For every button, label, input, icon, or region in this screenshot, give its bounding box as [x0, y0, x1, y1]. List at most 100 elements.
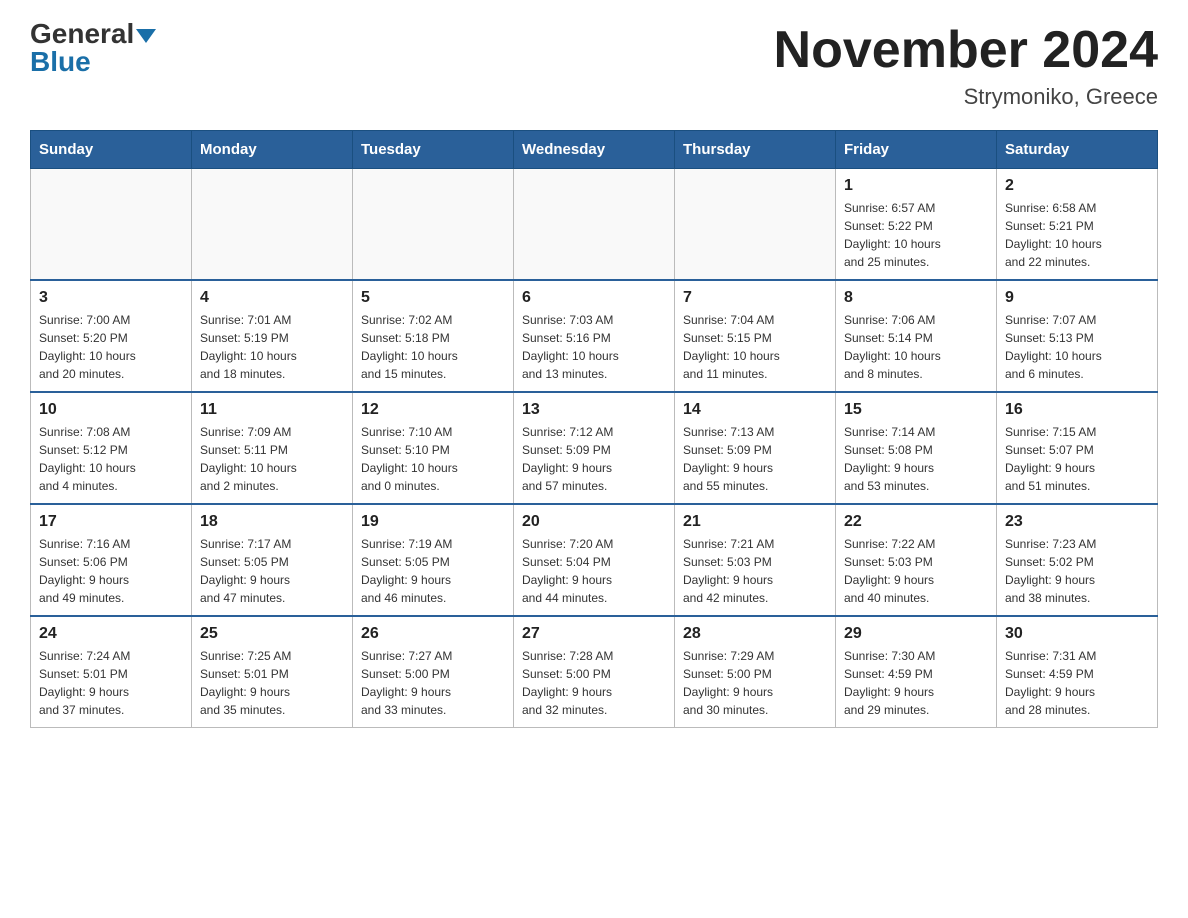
- calendar-day-cell: 26 Sunrise: 7:27 AM Sunset: 5:00 PM Dayli…: [353, 616, 514, 728]
- calendar-table: SundayMondayTuesdayWednesdayThursdayFrid…: [30, 130, 1158, 728]
- day-number: 26: [361, 625, 505, 643]
- day-info: Sunrise: 6:58 AM Sunset: 5:21 PM Dayligh…: [1005, 199, 1149, 271]
- calendar-day-cell: 29 Sunrise: 7:30 AM Sunset: 4:59 PM Dayli…: [836, 616, 997, 728]
- day-number: 27: [522, 625, 666, 643]
- day-info: Sunrise: 6:57 AM Sunset: 5:22 PM Dayligh…: [844, 199, 988, 271]
- day-number: 28: [683, 625, 827, 643]
- logo-general-text: General: [30, 18, 134, 49]
- day-info: Sunrise: 7:12 AM Sunset: 5:09 PM Dayligh…: [522, 423, 666, 495]
- day-number: 11: [200, 401, 344, 419]
- calendar-day-cell: 4 Sunrise: 7:01 AM Sunset: 5:19 PM Daylig…: [192, 280, 353, 392]
- calendar-day-cell: 12 Sunrise: 7:10 AM Sunset: 5:10 PM Dayli…: [353, 392, 514, 504]
- calendar-day-cell: 9 Sunrise: 7:07 AM Sunset: 5:13 PM Daylig…: [997, 280, 1158, 392]
- day-info: Sunrise: 7:07 AM Sunset: 5:13 PM Dayligh…: [1005, 311, 1149, 383]
- day-info: Sunrise: 7:16 AM Sunset: 5:06 PM Dayligh…: [39, 535, 183, 607]
- day-number: 17: [39, 513, 183, 531]
- calendar-day-cell: [31, 169, 192, 281]
- calendar-day-cell: 8Sunrise: 7:06 AM Sunset: 5:14 PM Daylig…: [836, 280, 997, 392]
- calendar-day-cell: 2 Sunrise: 6:58 AM Sunset: 5:21 PM Daylig…: [997, 169, 1158, 281]
- day-number: 30: [1005, 625, 1149, 643]
- calendar-day-cell: 27Sunrise: 7:28 AM Sunset: 5:00 PM Dayli…: [514, 616, 675, 728]
- day-number: 20: [522, 513, 666, 531]
- day-number: 13: [522, 401, 666, 419]
- day-number: 7: [683, 289, 827, 307]
- calendar-week-row: 24Sunrise: 7:24 AM Sunset: 5:01 PM Dayli…: [31, 616, 1158, 728]
- day-number: 23: [1005, 513, 1149, 531]
- day-info: Sunrise: 7:22 AM Sunset: 5:03 PM Dayligh…: [844, 535, 988, 607]
- logo-blue-text: Blue: [30, 46, 91, 77]
- weekday-header-saturday: Saturday: [997, 131, 1158, 169]
- calendar-day-cell: [514, 169, 675, 281]
- day-number: 19: [361, 513, 505, 531]
- weekday-header-row: SundayMondayTuesdayWednesdayThursdayFrid…: [31, 131, 1158, 169]
- calendar-day-cell: 24Sunrise: 7:24 AM Sunset: 5:01 PM Dayli…: [31, 616, 192, 728]
- weekday-header-wednesday: Wednesday: [514, 131, 675, 169]
- logo: General Blue: [30, 20, 156, 76]
- calendar-day-cell: 25Sunrise: 7:25 AM Sunset: 5:01 PM Dayli…: [192, 616, 353, 728]
- day-number: 29: [844, 625, 988, 643]
- day-number: 15: [844, 401, 988, 419]
- calendar-week-row: 1 Sunrise: 6:57 AM Sunset: 5:22 PM Daylig…: [31, 169, 1158, 281]
- calendar-day-cell: [353, 169, 514, 281]
- day-info: Sunrise: 7:15 AM Sunset: 5:07 PM Dayligh…: [1005, 423, 1149, 495]
- day-info: Sunrise: 7:14 AM Sunset: 5:08 PM Dayligh…: [844, 423, 988, 495]
- calendar-day-cell: [192, 169, 353, 281]
- day-number: 6: [522, 289, 666, 307]
- calendar-title: November 2024: [774, 20, 1158, 80]
- calendar-day-cell: 15 Sunrise: 7:14 AM Sunset: 5:08 PM Dayli…: [836, 392, 997, 504]
- day-number: 9: [1005, 289, 1149, 307]
- calendar-day-cell: 3Sunrise: 7:00 AM Sunset: 5:20 PM Daylig…: [31, 280, 192, 392]
- day-info: Sunrise: 7:01 AM Sunset: 5:19 PM Dayligh…: [200, 311, 344, 383]
- day-number: 14: [683, 401, 827, 419]
- day-info: Sunrise: 7:08 AM Sunset: 5:12 PM Dayligh…: [39, 423, 183, 495]
- logo-bottom: Blue: [30, 48, 91, 76]
- day-info: Sunrise: 7:03 AM Sunset: 5:16 PM Dayligh…: [522, 311, 666, 383]
- logo-top: General: [30, 20, 156, 48]
- day-number: 16: [1005, 401, 1149, 419]
- calendar-day-cell: 28 Sunrise: 7:29 AM Sunset: 5:00 PM Dayli…: [675, 616, 836, 728]
- day-number: 22: [844, 513, 988, 531]
- calendar-day-cell: 18Sunrise: 7:17 AM Sunset: 5:05 PM Dayli…: [192, 504, 353, 616]
- day-info: Sunrise: 7:13 AM Sunset: 5:09 PM Dayligh…: [683, 423, 827, 495]
- day-info: Sunrise: 7:09 AM Sunset: 5:11 PM Dayligh…: [200, 423, 344, 495]
- title-area: November 2024 Strymoniko, Greece: [774, 20, 1158, 110]
- calendar-day-cell: 19 Sunrise: 7:19 AM Sunset: 5:05 PM Dayli…: [353, 504, 514, 616]
- day-info: Sunrise: 7:31 AM Sunset: 4:59 PM Dayligh…: [1005, 647, 1149, 719]
- day-number: 1: [844, 177, 988, 195]
- weekday-header-monday: Monday: [192, 131, 353, 169]
- day-number: 18: [200, 513, 344, 531]
- calendar-week-row: 17 Sunrise: 7:16 AM Sunset: 5:06 PM Dayli…: [31, 504, 1158, 616]
- calendar-day-cell: 7 Sunrise: 7:04 AM Sunset: 5:15 PM Daylig…: [675, 280, 836, 392]
- logo-triangle-icon: [136, 29, 156, 43]
- day-number: 25: [200, 625, 344, 643]
- day-info: Sunrise: 7:29 AM Sunset: 5:00 PM Dayligh…: [683, 647, 827, 719]
- day-number: 21: [683, 513, 827, 531]
- day-number: 12: [361, 401, 505, 419]
- weekday-header-thursday: Thursday: [675, 131, 836, 169]
- day-info: Sunrise: 7:30 AM Sunset: 4:59 PM Dayligh…: [844, 647, 988, 719]
- calendar-day-cell: [675, 169, 836, 281]
- calendar-day-cell: 17 Sunrise: 7:16 AM Sunset: 5:06 PM Dayli…: [31, 504, 192, 616]
- calendar-day-cell: 13 Sunrise: 7:12 AM Sunset: 5:09 PM Dayli…: [514, 392, 675, 504]
- day-info: Sunrise: 7:04 AM Sunset: 5:15 PM Dayligh…: [683, 311, 827, 383]
- calendar-day-cell: 30 Sunrise: 7:31 AM Sunset: 4:59 PM Dayli…: [997, 616, 1158, 728]
- day-number: 4: [200, 289, 344, 307]
- day-number: 3: [39, 289, 183, 307]
- day-info: Sunrise: 7:06 AM Sunset: 5:14 PM Dayligh…: [844, 311, 988, 383]
- calendar-day-cell: 5Sunrise: 7:02 AM Sunset: 5:18 PM Daylig…: [353, 280, 514, 392]
- day-info: Sunrise: 7:24 AM Sunset: 5:01 PM Dayligh…: [39, 647, 183, 719]
- calendar-day-cell: 16 Sunrise: 7:15 AM Sunset: 5:07 PM Dayli…: [997, 392, 1158, 504]
- day-number: 2: [1005, 177, 1149, 195]
- day-info: Sunrise: 7:19 AM Sunset: 5:05 PM Dayligh…: [361, 535, 505, 607]
- day-number: 10: [39, 401, 183, 419]
- day-info: Sunrise: 7:23 AM Sunset: 5:02 PM Dayligh…: [1005, 535, 1149, 607]
- day-info: Sunrise: 7:02 AM Sunset: 5:18 PM Dayligh…: [361, 311, 505, 383]
- calendar-day-cell: 10 Sunrise: 7:08 AM Sunset: 5:12 PM Dayli…: [31, 392, 192, 504]
- calendar-day-cell: 1 Sunrise: 6:57 AM Sunset: 5:22 PM Daylig…: [836, 169, 997, 281]
- calendar-week-row: 3Sunrise: 7:00 AM Sunset: 5:20 PM Daylig…: [31, 280, 1158, 392]
- calendar-day-cell: 14 Sunrise: 7:13 AM Sunset: 5:09 PM Dayli…: [675, 392, 836, 504]
- weekday-header-tuesday: Tuesday: [353, 131, 514, 169]
- day-info: Sunrise: 7:27 AM Sunset: 5:00 PM Dayligh…: [361, 647, 505, 719]
- day-info: Sunrise: 7:10 AM Sunset: 5:10 PM Dayligh…: [361, 423, 505, 495]
- calendar-day-cell: 11 Sunrise: 7:09 AM Sunset: 5:11 PM Dayli…: [192, 392, 353, 504]
